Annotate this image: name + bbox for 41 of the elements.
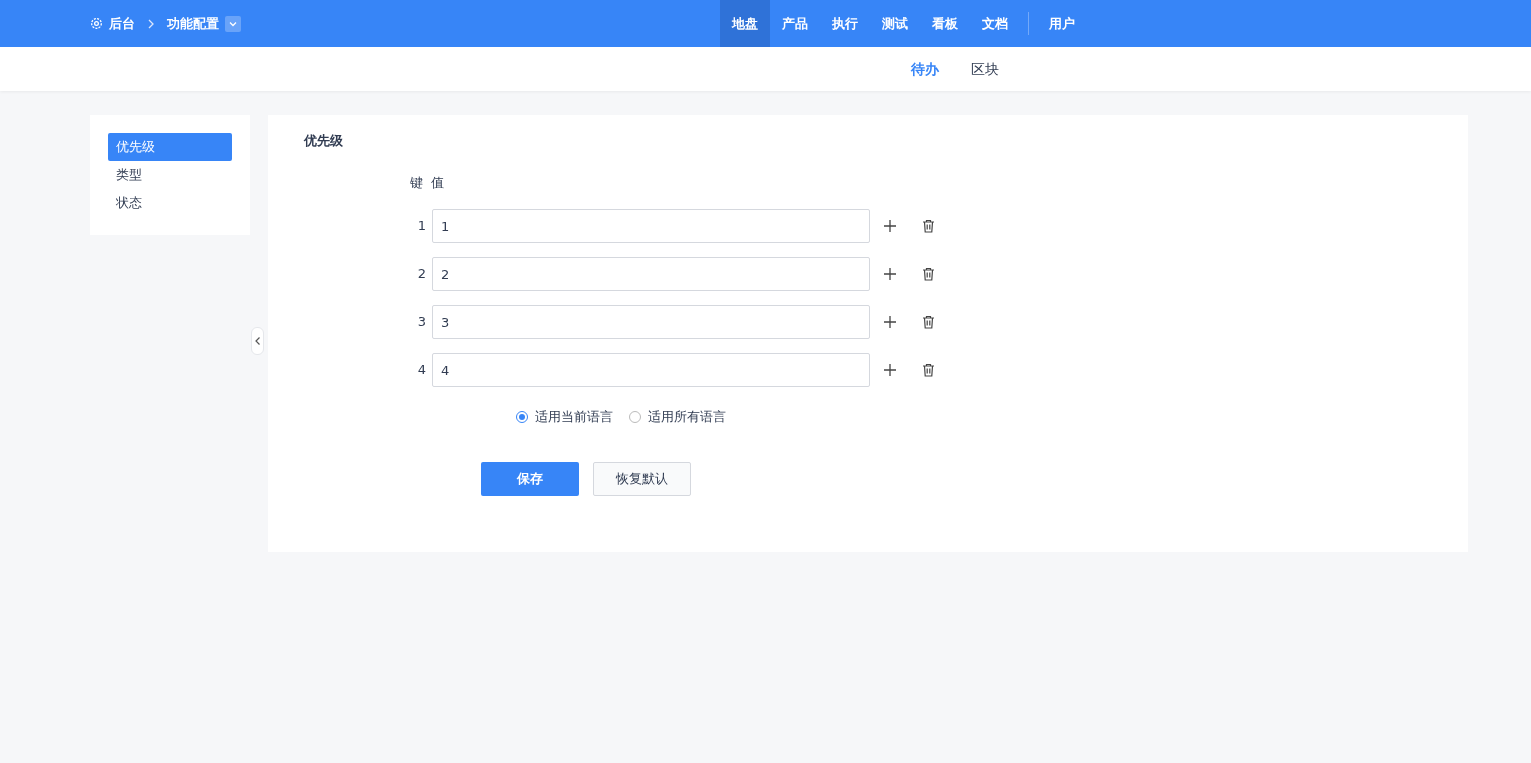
settings-icon — [90, 17, 103, 30]
nav-tab[interactable]: 看板 — [920, 0, 970, 47]
key-label: 1 — [416, 217, 426, 236]
add-button[interactable] — [882, 266, 898, 282]
save-button[interactable]: 保存 — [481, 461, 579, 496]
value-input[interactable]: 1 — [432, 209, 870, 243]
radio-label: 适用当前语言 — [535, 408, 613, 426]
dropdown-button[interactable] — [225, 15, 241, 32]
reset-button[interactable]: 恢复默认 — [593, 461, 691, 496]
sidebar-item[interactable]: 状态 — [108, 189, 232, 217]
column-header: 值 — [431, 174, 444, 193]
add-button[interactable] — [882, 362, 898, 378]
sub-tab[interactable]: 区块 — [970, 58, 999, 80]
key-label: 2 — [416, 265, 426, 284]
key-label: 3 — [416, 313, 426, 332]
nav-tab[interactable]: 用户 — [1037, 0, 1087, 47]
nav-tab[interactable]: 执行 — [820, 0, 870, 47]
breadcrumb-link[interactable]: 后台 — [109, 13, 135, 34]
value-input[interactable]: 4 — [432, 353, 870, 387]
nav-tab[interactable]: 测试 — [870, 0, 920, 47]
delete-button[interactable] — [920, 362, 936, 378]
delete-button[interactable] — [920, 266, 936, 282]
add-button[interactable] — [882, 314, 898, 330]
sidebar-item[interactable]: 优先级 — [108, 133, 232, 161]
nav-tab[interactable]: 地盘 — [720, 0, 770, 47]
nav-tab[interactable]: 文档 — [970, 0, 1020, 47]
chevron-left-icon — [253, 336, 262, 346]
delete-button[interactable] — [920, 314, 936, 330]
breadcrumb-current[interactable]: 功能配置 — [167, 13, 219, 34]
key-label: 4 — [416, 361, 426, 380]
delete-button[interactable] — [920, 218, 936, 234]
value-input[interactable]: 3 — [432, 305, 870, 339]
column-header: 键 — [410, 174, 423, 193]
value-input[interactable]: 2 — [432, 257, 870, 291]
nav-tab[interactable]: 产品 — [770, 0, 820, 47]
add-button[interactable] — [882, 218, 898, 234]
section-title: 优先级 — [304, 132, 343, 150]
chevron-right-icon — [146, 18, 156, 29]
sub-tab[interactable]: 待办 — [910, 58, 939, 80]
sidebar-item[interactable]: 类型 — [108, 161, 232, 189]
radio-label: 适用所有语言 — [648, 408, 726, 426]
